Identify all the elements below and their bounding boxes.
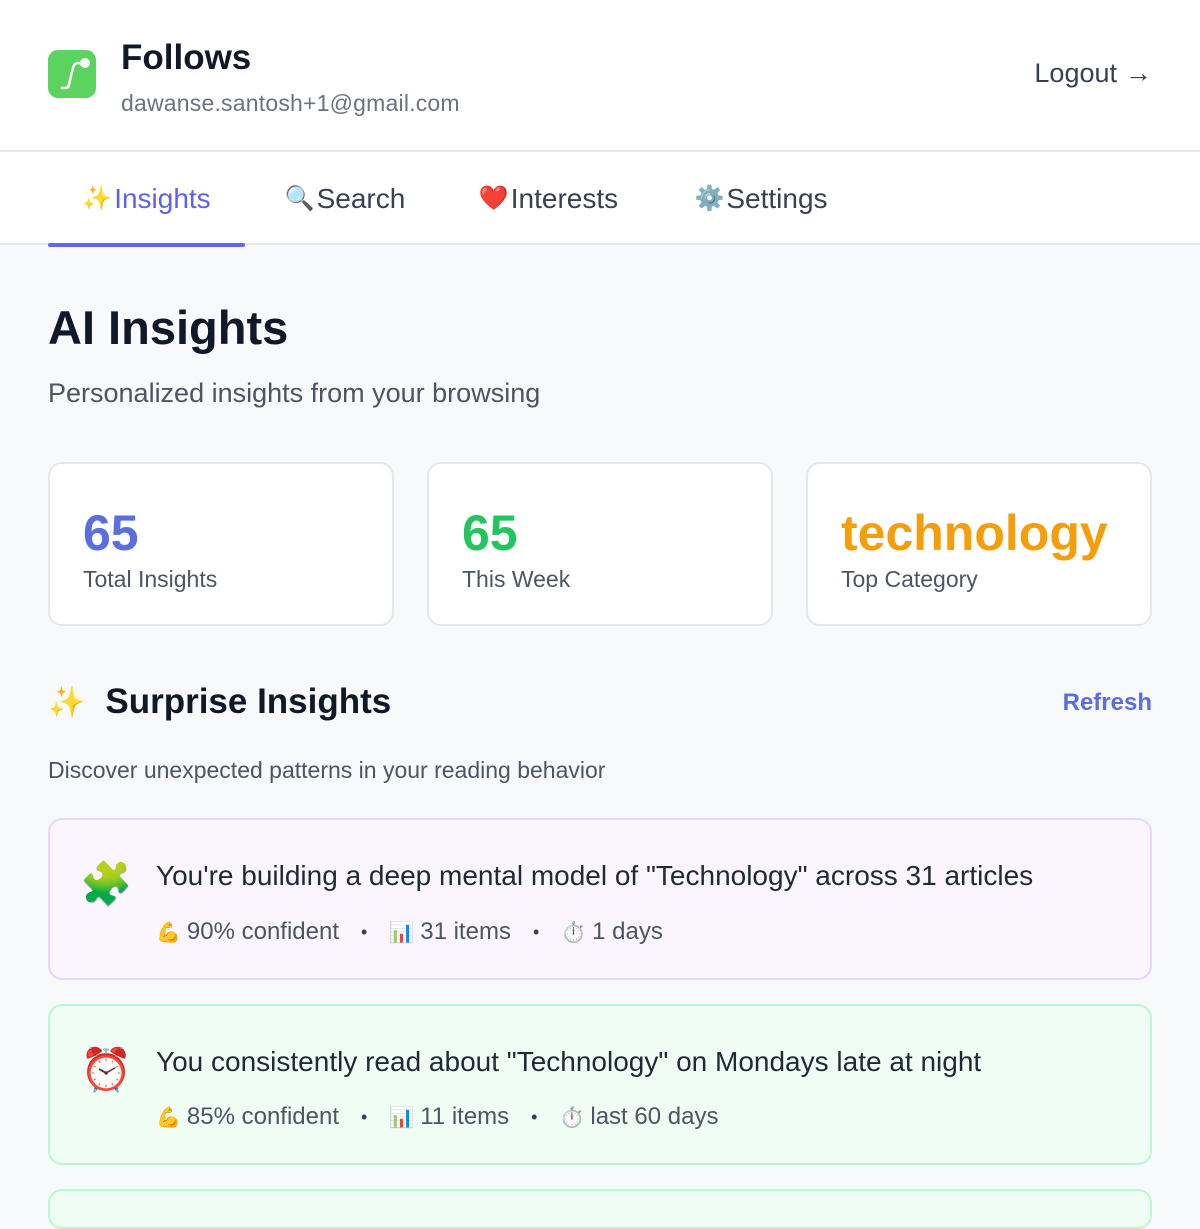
stat-label: Top Category [841,566,978,592]
gear-icon: ⚙️ [694,185,725,212]
sparkles-icon: ✨ [48,685,86,719]
confidence-text: 85% confident [186,1103,340,1130]
section-title-text: Surprise Insights [105,682,392,721]
stat-card-top-category: technology Top Category [806,462,1152,626]
tab-label: Insights [114,182,211,214]
puzzle-icon: 🧩 [80,860,133,907]
insight-card[interactable]: 🧩 You're building a deep mental model of… [48,818,1152,980]
insight-card[interactable]: ⏰ You consistently read about "Technolog… [48,1004,1152,1165]
items-meta: 📊 31 items [389,918,511,946]
time-text: 1 days [592,918,663,945]
section-subtitle: Discover unexpected patterns in your rea… [48,757,606,783]
sparkles-icon: ✨ [82,185,113,212]
insight-meta: 💪 90% confident • 📊 31 items • ⏱️ 1 days [156,918,663,946]
arrow-right-icon: → [1125,58,1152,88]
time-text: last 60 days [590,1103,719,1130]
time-meta: ⏱️ 1 days [561,918,663,946]
confidence-text: 90% confident [186,918,340,945]
app-title: Follows [121,38,252,77]
items-meta: 📊 11 items [389,1103,509,1131]
tab-settings[interactable]: ⚙️ Settings [688,152,834,245]
stopwatch-icon: ⏱️ [559,1106,585,1129]
refresh-button[interactable]: Refresh [1063,689,1152,717]
app-header: Follows dawanse.santosh+1@gmail.com Logo… [0,0,1200,152]
stat-value: 65 [462,505,518,561]
page-subtitle: Personalized insights from your browsing [48,378,541,408]
alarm-clock-icon: ⏰ [80,1046,133,1093]
insight-meta: 💪 85% confident • 📊 11 items • ⏱️ last 6… [156,1103,718,1131]
items-text: 11 items [420,1103,510,1130]
insight-text: You're building a deep mental model of "… [156,860,1034,891]
page-title: AI Insights [48,301,289,354]
tab-label: Search [316,182,406,214]
flexed-biceps-icon: 💪 [156,1106,181,1129]
tab-insights[interactable]: ✨ Insights [48,152,245,247]
separator-dot: • [361,921,368,942]
flexed-biceps-icon: 💪 [156,921,181,944]
section-title: ✨ Surprise Insights [48,682,391,722]
logout-button[interactable]: Logout → [1034,58,1152,89]
bar-chart-icon: 📊 [389,1106,415,1129]
stat-value: technology [841,505,1108,561]
separator-dot: • [532,921,540,942]
separator-dot: • [531,1106,538,1127]
stat-label: Total Insights [83,566,218,592]
confidence-meta: 💪 85% confident [156,1103,339,1131]
confidence-meta: 💪 90% confident [156,918,339,946]
bar-chart-icon: 📊 [389,921,415,944]
items-text: 31 items [420,918,511,945]
tab-interests[interactable]: ❤️ Interests [472,152,625,245]
magnifier-icon: 🔍 [284,185,315,212]
time-meta: ⏱️ last 60 days [559,1103,718,1131]
app-logo-icon [48,50,96,98]
heart-icon: ❤️ [478,185,509,212]
stopwatch-icon: ⏱️ [561,921,587,944]
user-email: dawanse.santosh+1@gmail.com [121,90,460,116]
stat-card-this-week: 65 This Week [427,462,773,626]
insight-card-partial[interactable] [48,1189,1152,1229]
tab-label: Settings [726,182,828,214]
tab-bar: ✨ Insights 🔍 Search ❤️ Interests ⚙️ Sett… [0,152,1200,247]
tab-label: Interests [510,182,619,214]
tab-search[interactable]: 🔍 Search [280,152,410,245]
stat-label: This Week [462,566,571,592]
insight-text: You consistently read about "Technology"… [156,1046,982,1077]
separator-dot: • [361,1106,368,1127]
stat-card-total-insights: 65 Total Insights [48,462,394,626]
logout-label: Logout [1034,58,1117,88]
stat-value: 65 [83,505,139,561]
